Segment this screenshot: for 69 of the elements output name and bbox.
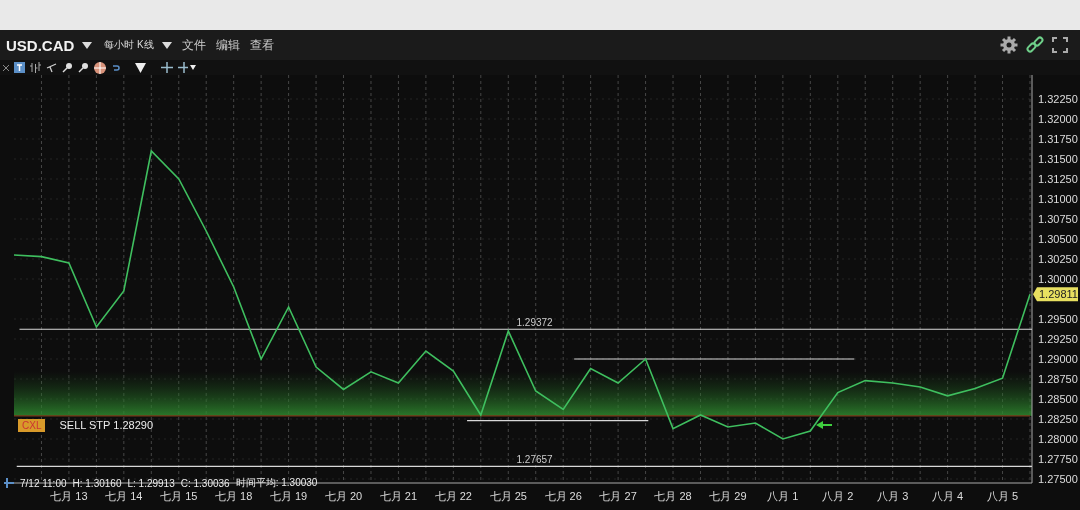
- axis-label: 七月 21: [379, 490, 418, 502]
- axis-label: 八月 4: [932, 490, 964, 502]
- arrow-icon: [816, 421, 832, 429]
- axis-label: 1.28750: [1038, 373, 1078, 385]
- axis-label: 七月 13: [50, 490, 88, 502]
- axis-label: 七月 18: [215, 490, 253, 502]
- ohlc-value: 时间平均: 1.30030: [235, 476, 318, 490]
- menu-item[interactable]: 查看: [249, 36, 274, 54]
- axis-label: 1.30500: [1038, 233, 1078, 245]
- crosshair-icon[interactable]: [94, 61, 106, 74]
- caret-icon[interactable]: [161, 41, 172, 49]
- order-label: SELL STP 1.28290: [59, 419, 154, 432]
- ohlc-value: H: 1.30160: [72, 477, 122, 489]
- axis-label: 1.31750: [1038, 133, 1078, 145]
- zoom-icon[interactable]: [78, 62, 89, 73]
- axis-label: 1.29250: [1038, 333, 1078, 345]
- line-label: 1.27657: [516, 454, 553, 466]
- ohlc-value: C: 1.30036: [180, 477, 230, 489]
- caret-icon[interactable]: [82, 41, 93, 49]
- axis-label: 八月 1: [767, 490, 799, 502]
- axis-label: 七月 27: [599, 490, 637, 502]
- axis-label: 1.32250: [1038, 93, 1078, 105]
- axis-label: 1.30750: [1038, 213, 1078, 225]
- axis-label: 七月 15: [160, 490, 198, 502]
- axis-label: 1.29000: [1038, 353, 1078, 365]
- axis-label: 1.31250: [1038, 173, 1078, 185]
- fullscreen-icon[interactable]: [1052, 37, 1068, 53]
- symbol-title: USD.CAD: [6, 36, 75, 54]
- link-icon[interactable]: [1026, 36, 1044, 54]
- axis-label: 七月 19: [269, 490, 308, 502]
- axis-label: 1.32000: [1038, 113, 1078, 125]
- line-tool-icon[interactable]: [46, 62, 57, 73]
- line-label: 1.29372: [516, 317, 553, 329]
- axis-label: 七月 28: [654, 490, 692, 502]
- menu-item[interactable]: 编辑: [215, 36, 240, 54]
- menu-item[interactable]: 文件: [181, 36, 206, 54]
- axis-label: 七月 14: [105, 490, 143, 502]
- axis-label: 八月 2: [822, 490, 854, 502]
- axis-label: 七月 26: [544, 490, 582, 502]
- axis-label: 七月 25: [489, 490, 527, 502]
- text-tool-icon[interactable]: [14, 62, 25, 73]
- axis-label: 1.28500: [1038, 393, 1078, 405]
- ohlc-value: 7/12 11:00: [20, 477, 67, 489]
- cursor-icon: [4, 478, 14, 488]
- caret-icon[interactable]: [135, 62, 146, 73]
- close-icon[interactable]: [3, 64, 9, 71]
- split-icon[interactable]: [178, 62, 196, 73]
- axis-label: 1.28000: [1038, 433, 1078, 445]
- axis-label: 八月 5: [986, 490, 1019, 502]
- axis-label: 七月 22: [434, 490, 472, 502]
- bars-icon[interactable]: [30, 62, 41, 73]
- zoom-icon[interactable]: [62, 62, 73, 73]
- axis-label: 1.31500: [1038, 153, 1078, 165]
- undo-icon[interactable]: [111, 63, 120, 72]
- price-tag: 1.29811: [1033, 287, 1078, 302]
- axis-label: 1.27750: [1038, 453, 1078, 465]
- axis-label: 七月 20: [324, 490, 363, 502]
- axis-label: 1.30250: [1038, 253, 1078, 265]
- axis-label: 1.31000: [1038, 193, 1078, 205]
- axis-label: 七月 29: [709, 490, 747, 502]
- axis-label: 1.30000: [1038, 273, 1078, 285]
- axis-label: 1.28250: [1038, 413, 1078, 425]
- axis-label: 八月 3: [877, 490, 909, 502]
- settings-icon[interactable]: [1000, 36, 1018, 54]
- ohlc-value: L: 1.29913: [127, 477, 175, 489]
- axis-label: 1.27500: [1038, 473, 1078, 485]
- timeframe-selector[interactable]: 每小时 K线: [104, 38, 154, 52]
- pan-icon[interactable]: [161, 62, 173, 73]
- axis-label: 1.29500: [1038, 313, 1078, 325]
